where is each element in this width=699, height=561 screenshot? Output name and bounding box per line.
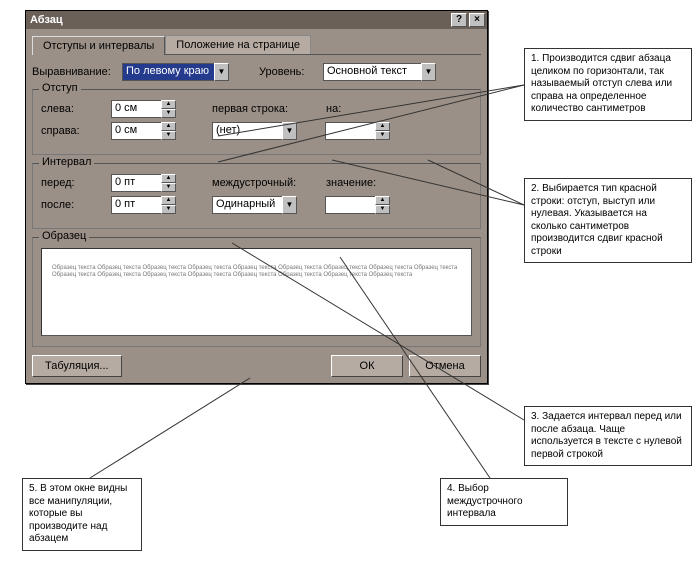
- preview-legend: Образец: [39, 230, 89, 242]
- before-spinner[interactable]: 0 пт▲▼: [111, 174, 176, 192]
- paragraph-dialog: Абзац ? × Отступы и интервалы Положение …: [25, 10, 488, 384]
- callout-2: 2. Выбирается тип красной строки: отступ…: [524, 178, 692, 263]
- before-label: перед:: [41, 177, 105, 189]
- linespacing-combo[interactable]: Одинарный▼: [212, 196, 297, 214]
- level-combo[interactable]: Основной текст ▼: [323, 63, 436, 81]
- chevron-down-icon[interactable]: ▼: [214, 63, 229, 81]
- firstline-combo[interactable]: (нет)▼: [212, 122, 297, 140]
- by-spinner[interactable]: ▲▼: [325, 122, 390, 140]
- by-label: на:: [326, 103, 356, 115]
- indent-right-label: справа:: [41, 125, 105, 137]
- callout-3: 3. Задается интервал перед или после абз…: [524, 406, 692, 466]
- at-spinner[interactable]: ▲▼: [325, 196, 390, 214]
- cancel-button[interactable]: Отмена: [409, 355, 481, 377]
- close-button[interactable]: ×: [469, 13, 485, 27]
- indent-legend: Отступ: [39, 82, 81, 94]
- preview-pane: Образец текста Образец текста Образец те…: [41, 248, 472, 336]
- spin-up-icon[interactable]: ▲: [161, 196, 176, 205]
- spin-down-icon[interactable]: ▼: [161, 183, 176, 192]
- indent-left-label: слева:: [41, 103, 105, 115]
- level-value: Основной текст: [323, 63, 421, 81]
- help-button[interactable]: ?: [451, 13, 467, 27]
- after-spinner[interactable]: 0 пт▲▼: [111, 196, 176, 214]
- chevron-down-icon[interactable]: ▼: [421, 63, 436, 81]
- callout-5: 5. В этом окне видны все манипуляции, ко…: [22, 478, 142, 551]
- spin-up-icon[interactable]: ▲: [161, 174, 176, 183]
- dialog-title: Абзац: [30, 14, 449, 26]
- alignment-value: По левому краю: [122, 63, 214, 81]
- level-label: Уровень:: [259, 66, 317, 78]
- spin-up-icon[interactable]: ▲: [161, 122, 176, 131]
- spacing-legend: Интервал: [39, 156, 94, 168]
- linespacing-label: междустрочный:: [212, 177, 298, 189]
- spin-down-icon[interactable]: ▼: [161, 109, 176, 118]
- titlebar: Абзац ? ×: [26, 11, 487, 29]
- spin-down-icon[interactable]: ▼: [375, 205, 390, 214]
- spin-up-icon[interactable]: ▲: [161, 100, 176, 109]
- firstline-label: первая строка:: [212, 103, 298, 115]
- at-label: значение:: [326, 177, 376, 189]
- alignment-label: Выравнивание:: [32, 66, 116, 78]
- indent-group: Отступ слева: 0 см▲▼ первая строка: на: …: [32, 89, 481, 155]
- tabs: Отступы и интервалы Положение на страниц…: [32, 35, 481, 55]
- after-label: после:: [41, 199, 105, 211]
- callout-4: 4. Выбор междустрочного интервала: [440, 478, 568, 526]
- chevron-down-icon[interactable]: ▼: [282, 196, 297, 214]
- ok-button[interactable]: ОК: [331, 355, 403, 377]
- spin-down-icon[interactable]: ▼: [161, 205, 176, 214]
- callout-1: 1. Производится сдвиг абзаца целиком по …: [524, 48, 692, 121]
- spin-down-icon[interactable]: ▼: [161, 131, 176, 140]
- tab-position[interactable]: Положение на странице: [165, 35, 311, 54]
- indent-right-spinner[interactable]: 0 см▲▼: [111, 122, 176, 140]
- spin-up-icon[interactable]: ▲: [375, 122, 390, 131]
- preview-group: Образец Образец текста Образец текста Об…: [32, 237, 481, 347]
- spin-up-icon[interactable]: ▲: [375, 196, 390, 205]
- spin-down-icon[interactable]: ▼: [375, 131, 390, 140]
- tab-indents[interactable]: Отступы и интервалы: [32, 36, 165, 55]
- chevron-down-icon[interactable]: ▼: [282, 122, 297, 140]
- tabulation-button[interactable]: Табуляция...: [32, 355, 122, 377]
- alignment-combo[interactable]: По левому краю ▼: [122, 63, 229, 81]
- indent-left-spinner[interactable]: 0 см▲▼: [111, 100, 176, 118]
- spacing-group: Интервал перед: 0 пт▲▼ междустрочный: зн…: [32, 163, 481, 229]
